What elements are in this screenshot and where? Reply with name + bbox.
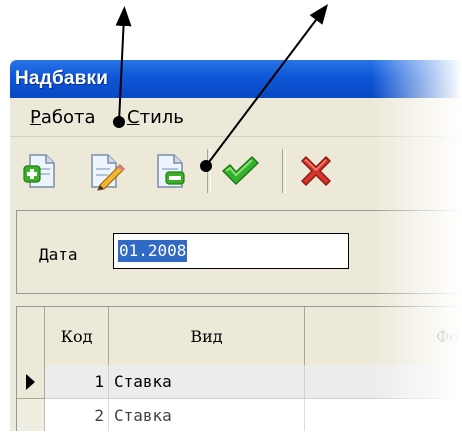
date-label: Дата [39,245,78,264]
filter-panel: Дата 01.2008 [16,210,462,294]
column-header-code[interactable]: Код [45,307,109,365]
row-indicator [17,399,45,433]
cell-kind[interactable]: Ставка [109,365,305,399]
menu-work[interactable]: Работа [30,107,96,128]
confirm-button[interactable] [220,151,260,191]
cell-code[interactable]: 2 [45,399,109,433]
column-header-kind[interactable]: Вид [109,307,305,365]
delete-record-button[interactable] [150,151,190,191]
checkmark-icon [222,156,259,185]
row-pointer-icon [26,374,35,390]
cell-kind[interactable]: Ставка [109,399,305,433]
cell-third[interactable] [305,365,462,399]
allowances-window: Надбавки Работа Стиль Дата 01.2008 Код В… [10,60,462,433]
date-field[interactable]: 01.2008 [113,233,349,269]
date-value: 01.2008 [118,240,188,262]
cancel-button[interactable] [296,151,336,191]
cell-third[interactable] [305,399,462,433]
menu-bar: Работа Стиль [10,98,462,136]
add-doc-icon [23,154,55,188]
column-header-third[interactable]: Фо [305,307,462,365]
grid-header: Код Вид Фо [17,307,462,366]
table-row[interactable]: 2 Ставка [17,399,462,433]
edit-record-button[interactable] [86,151,126,191]
edit-doc-icon [91,154,125,191]
indicator-column-header [17,307,45,365]
cell-code[interactable]: 1 [45,365,109,399]
allowances-grid: Код Вид Фо 1 Ставка 2 Ставка [16,306,462,433]
remove-doc-icon [157,154,185,188]
toolbar-separator [282,149,286,193]
menu-style[interactable]: Стиль [127,107,184,128]
window-title: Надбавки [15,68,109,89]
add-record-button[interactable] [22,151,62,191]
table-row[interactable]: 1 Ставка [17,365,462,399]
toolbar-separator [207,149,211,193]
current-row-indicator [17,365,45,399]
cross-icon [301,156,331,186]
toolbar [10,136,462,205]
title-bar[interactable]: Надбавки [10,60,462,98]
